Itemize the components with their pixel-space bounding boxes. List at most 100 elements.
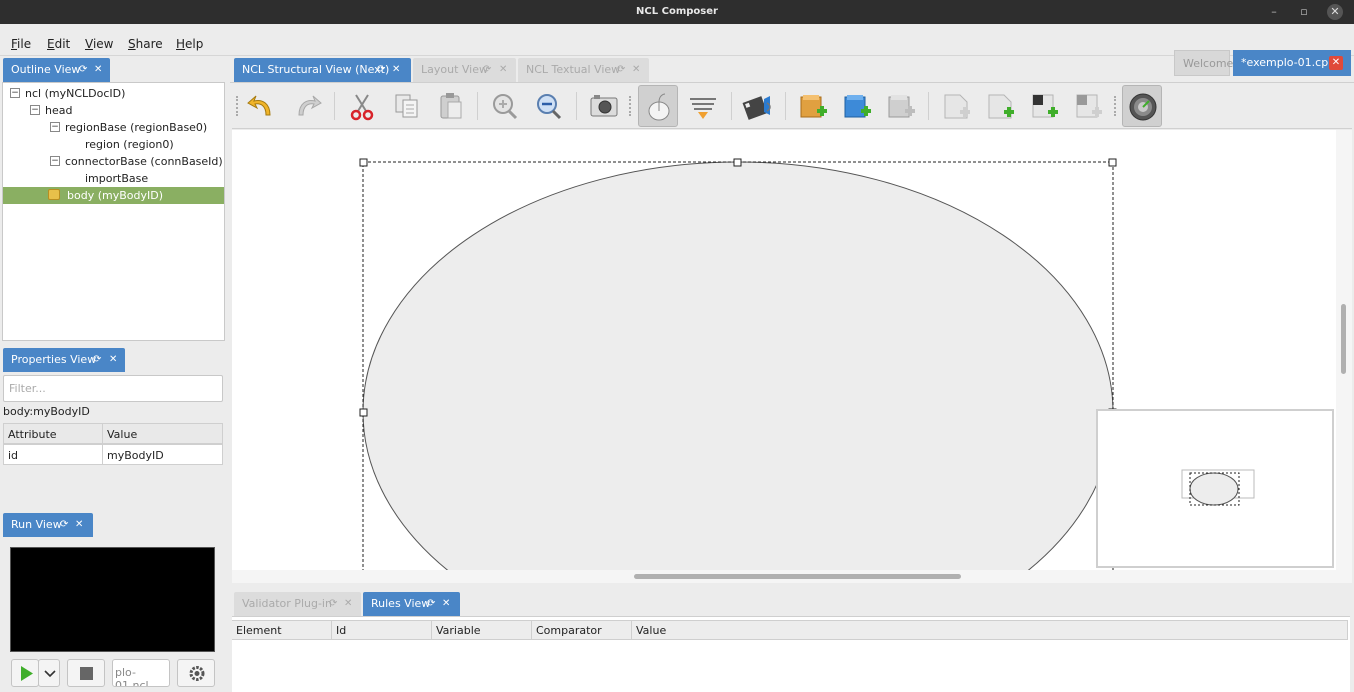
toolbar-separator: [928, 92, 929, 120]
cut-button[interactable]: [342, 85, 382, 127]
collapse-icon[interactable]: −: [30, 105, 40, 115]
menu-edit[interactable]: Edit: [47, 37, 70, 51]
tab-layout-view[interactable]: Layout View ⟳ ✕: [413, 58, 516, 82]
snapshot-icon: [590, 95, 618, 117]
tab-run-view[interactable]: Run View ⟳ ✕: [3, 513, 93, 537]
snapshot-button[interactable]: [584, 85, 624, 127]
horizontal-scrollbar-thumb[interactable]: [634, 574, 961, 579]
redo-button[interactable]: [287, 85, 327, 127]
undo-button[interactable]: [242, 85, 282, 127]
document-tab-welcome-label: Welcome: [1183, 57, 1234, 70]
tab-properties-view[interactable]: Properties View ⟳ ✕: [3, 348, 125, 372]
minimap[interactable]: [1096, 409, 1334, 568]
undock-icon[interactable]: ⟳: [377, 58, 385, 82]
undock-icon[interactable]: ⟳: [60, 513, 68, 537]
menu-file[interactable]: File: [11, 37, 31, 51]
horizontal-scrollbar[interactable]: [232, 570, 1336, 583]
tree-item-connectorbase[interactable]: − connectorBase (connBaseId): [3, 153, 224, 170]
document-tab-current[interactable]: *exemplo-01.cpr ✕: [1233, 50, 1351, 76]
close-document-icon[interactable]: ✕: [1329, 56, 1343, 70]
tree-item-ncl[interactable]: − ncl (myNCLDocID): [3, 85, 224, 102]
minimize-icon[interactable]: –: [1266, 4, 1282, 20]
tab-ncl-textual-view[interactable]: NCL Textual View ⟳ ✕: [518, 58, 649, 82]
collapse-icon[interactable]: −: [50, 156, 60, 166]
tab-outline-view[interactable]: Outline View ⟳ ✕: [3, 58, 110, 82]
collapse-icon[interactable]: −: [50, 122, 60, 132]
close-icon[interactable]: ✕: [109, 348, 117, 372]
add-port-button[interactable]: [936, 85, 976, 127]
column-header-comparator[interactable]: Comparator: [532, 620, 632, 640]
column-header-id[interactable]: Id: [332, 620, 432, 640]
property-value[interactable]: myBodyID: [102, 444, 223, 465]
undock-icon[interactable]: ⟳: [93, 348, 101, 372]
tree-item-region[interactable]: region (region0): [3, 136, 224, 153]
undock-icon[interactable]: ⟳: [617, 58, 625, 82]
column-header-attribute[interactable]: Attribute: [3, 423, 103, 444]
undock-icon[interactable]: ⟳: [427, 592, 435, 616]
undock-icon[interactable]: ⟳: [483, 58, 491, 82]
column-header-value[interactable]: Value: [632, 620, 1348, 640]
paste-button[interactable]: [431, 85, 471, 127]
zoom-in-button[interactable]: [485, 85, 525, 127]
run-settings-button[interactable]: [177, 659, 215, 687]
toolbar-grip: [236, 96, 239, 116]
menu-help[interactable]: Help: [176, 37, 203, 51]
close-icon[interactable]: ✕: [632, 58, 640, 82]
document-tab-welcome[interactable]: Welcome: [1174, 50, 1234, 76]
close-window-icon[interactable]: ✕: [1327, 4, 1343, 20]
link-tool-button[interactable]: [683, 85, 723, 127]
properties-element-label: body:myBodyID: [3, 405, 90, 418]
run-file-value: plo-01.ncl: [115, 666, 149, 687]
close-icon[interactable]: ✕: [392, 58, 400, 82]
column-header-element[interactable]: Element: [232, 620, 332, 640]
run-file-field[interactable]: plo-01.ncl: [112, 659, 170, 687]
tree-item-label: connectorBase (connBaseId): [65, 155, 223, 168]
add-property-button[interactable]: [980, 85, 1020, 127]
column-header-variable[interactable]: Variable: [432, 620, 532, 640]
add-body-icon: [888, 95, 915, 118]
stop-button[interactable]: [67, 659, 105, 687]
menu-share[interactable]: Share: [128, 37, 163, 51]
pointer-tool-button[interactable]: [638, 85, 678, 127]
tree-item-importbase[interactable]: importBase: [3, 170, 224, 187]
outline-tree: − ncl (myNCLDocID) − head − regionBase (…: [2, 82, 225, 341]
tree-item-regionbase[interactable]: − regionBase (regionBase0): [3, 119, 224, 136]
zoom-out-button[interactable]: [529, 85, 569, 127]
minimap-toggle-button[interactable]: [1122, 85, 1162, 127]
add-context-icon: [800, 95, 827, 118]
toolbar-separator: [785, 92, 786, 120]
tab-ncl-structural-view[interactable]: NCL Structural View (Next) ⟳ ✕: [234, 58, 411, 82]
undock-icon[interactable]: ⟳: [79, 58, 87, 82]
zoom-in-icon: [493, 94, 518, 120]
pointer-icon: [648, 93, 670, 121]
vertical-scrollbar-thumb[interactable]: [1341, 304, 1346, 374]
add-body-button[interactable]: [881, 85, 921, 127]
property-attribute[interactable]: id: [3, 444, 103, 465]
properties-filter-input[interactable]: [3, 375, 223, 402]
add-switchport-button[interactable]: [1068, 85, 1108, 127]
play-options-button[interactable]: [38, 659, 60, 687]
copy-button[interactable]: [387, 85, 427, 127]
tree-item-label: body (myBodyID): [67, 189, 163, 202]
tab-rules-view[interactable]: Rules View ⟳ ✕: [363, 592, 460, 616]
add-property-icon: [988, 94, 1014, 119]
tree-item-head[interactable]: − head: [3, 102, 224, 119]
close-icon[interactable]: ✕: [75, 513, 83, 537]
tab-validator-plugin[interactable]: Validator Plug-in ⟳ ✕: [234, 592, 361, 616]
collapse-icon[interactable]: −: [10, 88, 20, 98]
menu-view[interactable]: View: [85, 37, 113, 51]
column-header-value[interactable]: Value: [102, 423, 223, 444]
undock-icon[interactable]: ⟳: [329, 592, 337, 616]
add-switch-button[interactable]: [837, 85, 877, 127]
close-icon[interactable]: ✕: [94, 58, 102, 82]
add-area-button[interactable]: [1024, 85, 1064, 127]
close-icon[interactable]: ✕: [499, 58, 507, 82]
add-media-button[interactable]: [738, 85, 778, 127]
maximize-icon[interactable]: ▫: [1296, 4, 1312, 20]
add-context-button[interactable]: [793, 85, 833, 127]
tree-item-body[interactable]: body (myBodyID): [3, 187, 224, 204]
play-button[interactable]: [11, 659, 39, 687]
close-icon[interactable]: ✕: [344, 592, 352, 616]
vertical-scrollbar[interactable]: [1336, 130, 1352, 583]
close-icon[interactable]: ✕: [442, 592, 450, 616]
